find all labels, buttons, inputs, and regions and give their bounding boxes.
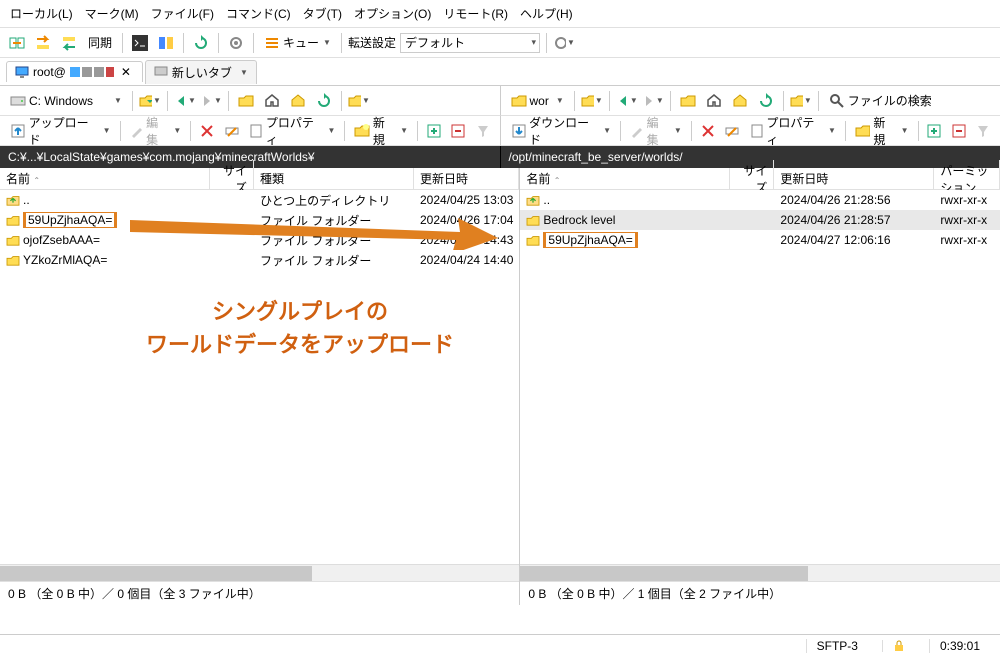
download-button[interactable]: ダウンロード▼ — [507, 112, 616, 150]
list-item[interactable]: 59UpZjhaAQA=ファイル フォルダー2024/04/26 17:04 — [0, 210, 519, 230]
close-tab-icon[interactable]: ✕ — [118, 65, 134, 79]
left-filter-icon[interactable] — [472, 120, 494, 142]
left-plus-icon[interactable] — [423, 120, 445, 142]
left-drive-combo[interactable]: C: Windows▼ — [6, 91, 126, 111]
left-home-icon[interactable] — [287, 90, 309, 112]
session-tabs: root@ ✕ 新しいタブ▼ — [0, 58, 1000, 86]
col-date-r[interactable]: 更新日時 — [774, 168, 934, 189]
status-proto: SFTP-3 — [806, 639, 868, 653]
menu-tab[interactable]: タブ(T) — [299, 3, 346, 24]
right-scrollbar[interactable] — [520, 564, 1000, 581]
redacted-icon — [70, 67, 114, 77]
left-root-icon[interactable] — [261, 90, 283, 112]
refresh-icon[interactable] — [190, 32, 212, 54]
left-minus-icon[interactable] — [448, 120, 470, 142]
right-root-icon[interactable] — [703, 90, 725, 112]
col-name-r[interactable]: 名前 ⌃ — [520, 168, 730, 189]
list-item[interactable]: YZkoZrMlAQA=ファイル フォルダー2024/04/24 14:40 — [0, 250, 519, 270]
queue-button[interactable]: キュー▼ — [260, 32, 335, 53]
sync-panes-icon[interactable] — [6, 32, 28, 54]
right-action-toolbar: ダウンロード▼ 編集▼ プロパティ▼ 新規▼ — [501, 116, 1000, 146]
list-item[interactable]: ..ひとつ上のディレクトリ2024/04/25 13:03 — [0, 190, 519, 210]
menu-mark[interactable]: マーク(M) — [81, 3, 143, 24]
right-rename-icon[interactable] — [721, 120, 743, 142]
menu-local[interactable]: ローカル(L) — [6, 3, 77, 24]
right-fwd-icon[interactable]: ▼ — [642, 90, 664, 112]
left-pane: 名前 ⌃ サイズ 種類 更新日時 ..ひとつ上のディレクトリ2024/04/25… — [0, 168, 520, 605]
session-tab[interactable]: root@ ✕ — [6, 61, 143, 82]
settings-icon[interactable] — [225, 32, 247, 54]
list-item[interactable]: Bedrock level2024/04/26 21:28:57rwxr-xr-… — [520, 210, 1000, 230]
folder-icon — [511, 93, 527, 109]
right-new-button[interactable]: 新規▼ — [851, 112, 913, 150]
right-delete-icon[interactable] — [697, 120, 719, 142]
right-filter-icon[interactable] — [973, 120, 995, 142]
new-tab-icon — [154, 65, 168, 79]
list-item[interactable]: 59UpZjhaAQA=2024/04/27 12:06:16rwxr-xr-x — [520, 230, 1000, 250]
menu-command[interactable]: コマンド(C) — [222, 3, 295, 24]
left-rename-icon[interactable] — [221, 120, 243, 142]
left-nav-open-icon[interactable]: ▼ — [139, 90, 161, 112]
drive-icon — [10, 93, 26, 109]
left-refresh2-icon[interactable] — [313, 90, 335, 112]
sync-left-icon[interactable] — [58, 32, 80, 54]
transfer-settings-icon[interactable]: ▼ — [553, 32, 575, 54]
left-action-toolbar: アップロード▼ 編集▼ プロパティ▼ 新規▼ — [0, 116, 501, 146]
right-up-folder-icon[interactable] — [677, 90, 699, 112]
right-edit-button[interactable]: 編集▼ — [626, 112, 686, 150]
right-minus-icon[interactable] — [948, 120, 970, 142]
col-name[interactable]: 名前 ⌃ — [0, 168, 210, 189]
left-edit-button[interactable]: 編集▼ — [126, 112, 186, 150]
right-back-icon[interactable]: ▼ — [616, 90, 638, 112]
right-props-button[interactable]: プロパティ▼ — [746, 112, 840, 150]
left-list-header: 名前 ⌃ サイズ 種類 更新日時 — [0, 168, 519, 190]
left-delete-icon[interactable] — [196, 120, 218, 142]
left-list[interactable]: ..ひとつ上のディレクトリ2024/04/25 13:0359UpZjhaAQA… — [0, 190, 519, 564]
left-up-folder-icon[interactable] — [235, 90, 257, 112]
compare-icon[interactable] — [155, 32, 177, 54]
status-time: 0:39:01 — [929, 639, 990, 653]
right-plus-icon[interactable] — [924, 120, 946, 142]
list-item[interactable]: ojofZsebAAA=ファイル フォルダー2024/04/22 14:43 — [0, 230, 519, 250]
menu-option[interactable]: オプション(O) — [350, 3, 435, 24]
menu-remote[interactable]: リモート(R) — [439, 3, 512, 24]
left-status: 0 B （全 0 B 中）／ 0 個目（全 3 ファイル中） — [0, 581, 519, 605]
right-home-icon[interactable] — [729, 90, 751, 112]
sync-right-icon[interactable] — [32, 32, 54, 54]
statusbar: SFTP-3 0:39:01 — [0, 634, 1000, 656]
menubar: ローカル(L) マーク(M) ファイル(F) コマンド(C) タブ(T) オプシ… — [0, 0, 1000, 28]
left-bookmark-icon[interactable]: ▼ — [348, 90, 370, 112]
left-fwd-icon[interactable]: ▼ — [200, 90, 222, 112]
right-refresh2-icon[interactable] — [755, 90, 777, 112]
upload-button[interactable]: アップロード▼ — [6, 112, 115, 150]
right-list[interactable]: ..2024/04/26 21:28:56rwxr-xr-xBedrock le… — [520, 190, 1000, 564]
right-pane: 名前 ⌃ サイズ 更新日時 パーミッション ..2024/04/26 21:28… — [520, 168, 1000, 605]
right-drive-combo[interactable]: wor▼ — [507, 91, 568, 111]
left-back-icon[interactable]: ▼ — [174, 90, 196, 112]
col-date[interactable]: 更新日時 — [414, 168, 519, 189]
terminal-icon[interactable] — [129, 32, 151, 54]
main-toolbar: 同期 キュー▼ 転送設定 デフォルト ▼ — [0, 28, 1000, 58]
sync-button[interactable]: 同期 — [84, 32, 116, 53]
left-props-button[interactable]: プロパティ▼ — [245, 112, 339, 150]
menu-file[interactable]: ファイル(F) — [147, 3, 218, 24]
find-files-button[interactable]: ファイルの検索 — [825, 90, 936, 111]
right-list-header: 名前 ⌃ サイズ 更新日時 パーミッション — [520, 168, 1000, 190]
list-item[interactable]: ..2024/04/26 21:28:56rwxr-xr-x — [520, 190, 1000, 210]
search-icon — [829, 93, 845, 109]
left-scrollbar[interactable] — [0, 564, 519, 581]
left-new-button[interactable]: 新規▼ — [350, 112, 412, 150]
monitor-icon — [15, 65, 29, 79]
status-lock-icon — [882, 640, 915, 652]
col-type[interactable]: 種類 — [254, 168, 414, 189]
right-bookmark-icon[interactable]: ▼ — [790, 90, 812, 112]
menu-help[interactable]: ヘルプ(H) — [516, 3, 577, 24]
right-status: 0 B （全 0 B 中）／ 1 個目（全 2 ファイル中） — [520, 581, 1000, 605]
new-tab[interactable]: 新しいタブ▼ — [145, 60, 257, 84]
annotation-text: シングルプレイのワールドデータをアップロード — [120, 295, 480, 361]
right-nav-open-icon[interactable]: ▼ — [581, 90, 603, 112]
transfer-label: 転送設定 — [348, 34, 396, 51]
transfer-combo[interactable]: デフォルト — [400, 33, 540, 53]
